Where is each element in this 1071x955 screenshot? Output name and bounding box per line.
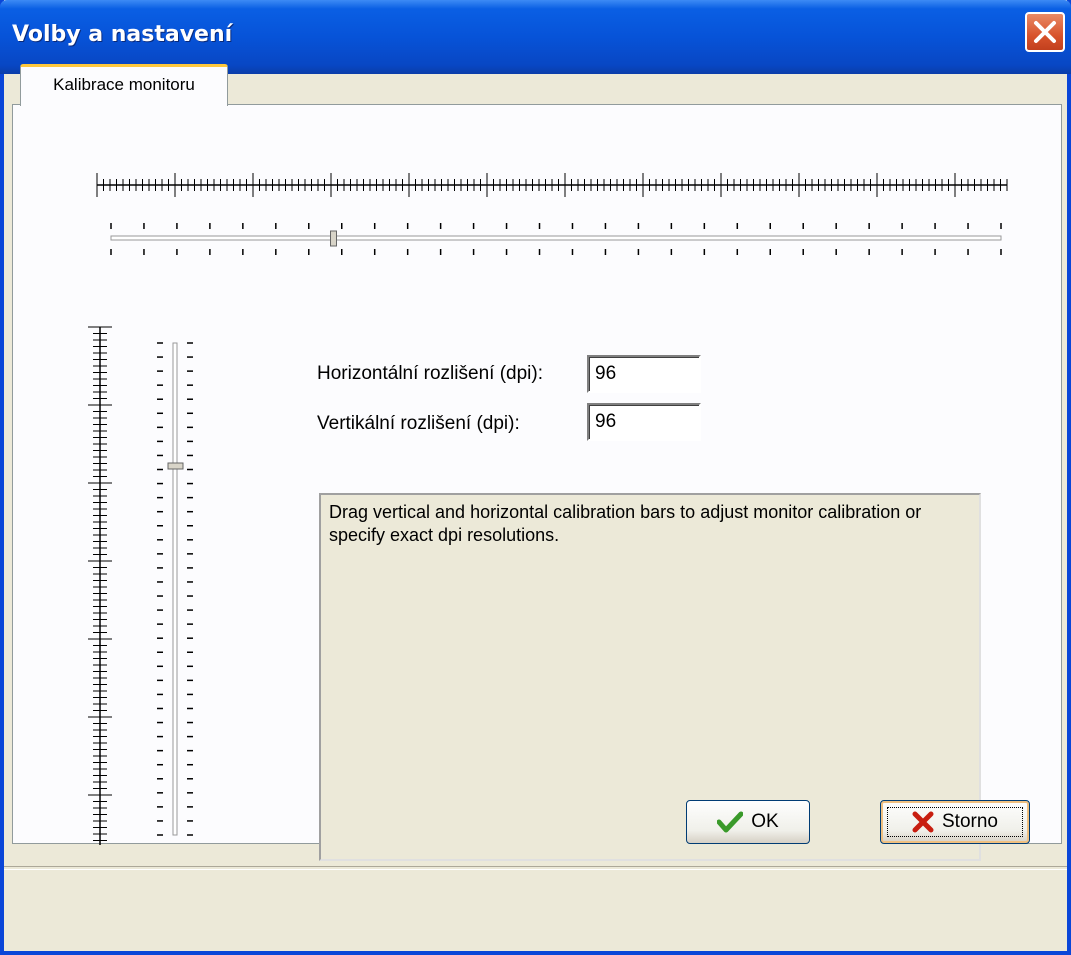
window-title: Volby a nastavení [12, 22, 233, 47]
horizontal-dpi-input[interactable] [587, 355, 701, 393]
options-dialog: Volby a nastavení Kalibrace monitoru Hor… [0, 0, 1071, 955]
dialog-client-area: Kalibrace monitoru Horizontální rozlišen… [4, 64, 1067, 951]
info-text: Drag vertical and horizontal calibration… [329, 502, 922, 545]
separator [4, 866, 1067, 870]
tab-panel: Horizontální rozlišení (dpi): Vertikální… [12, 104, 1062, 861]
vertical-calibration-ruler[interactable] [87, 321, 113, 851]
cancel-button-label: Storno [942, 811, 998, 832]
checkmark-icon [717, 811, 744, 833]
ok-button-label: OK [751, 811, 779, 832]
tab-monitor-calibration[interactable]: Kalibrace monitoru [20, 64, 228, 106]
horizontal-calibration-ruler[interactable] [93, 169, 1013, 199]
close-button[interactable] [1025, 12, 1065, 52]
ok-button[interactable]: OK [686, 800, 810, 844]
close-icon [1034, 21, 1056, 43]
horizontal-dpi-label: Horizontální rozlišení (dpi): [317, 363, 543, 384]
horizontal-calibration-slider[interactable] [101, 219, 1011, 259]
x-mark-icon [912, 811, 934, 833]
title-bar[interactable]: Volby a nastavení [0, 0, 1071, 74]
vertical-dpi-label: Vertikální rozlišení (dpi): [317, 413, 520, 434]
vertical-calibration-slider[interactable] [147, 335, 197, 845]
cancel-button[interactable]: Storno [880, 800, 1030, 844]
vertical-dpi-input[interactable] [587, 403, 701, 441]
